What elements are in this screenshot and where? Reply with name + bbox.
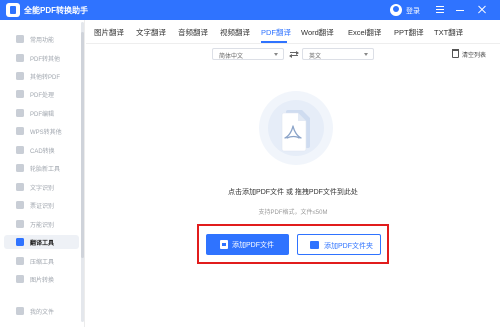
sidebar-item-pdf-process[interactable]: PDF处理 xyxy=(4,87,79,101)
sidebar-item-my-files[interactable]: 我的文件 xyxy=(4,304,79,318)
sidebar-item-other-to-pdf[interactable]: 其他转PDF xyxy=(4,69,79,83)
add-pdf-file-button[interactable]: 添加PDF文件 xyxy=(206,234,289,255)
sidebar-item-new-tools[interactable]: 轮胎新工具 xyxy=(4,161,79,175)
tab-pdf-translate[interactable]: PDF翻译 xyxy=(261,27,291,38)
scrollbar-thumb[interactable] xyxy=(81,32,84,258)
translate-icon xyxy=(16,238,24,246)
ticket-icon xyxy=(16,201,24,209)
upload-headline: 点击添加PDF文件 或 拖拽PDF文件到此处 xyxy=(228,189,358,196)
login-link[interactable]: 登录 xyxy=(406,6,420,16)
sidebar-item-pdf-edit[interactable]: PDF编辑 xyxy=(4,106,79,120)
sidebar-item-ticket[interactable]: 票证识别 xyxy=(4,198,79,212)
cad-icon xyxy=(16,146,24,154)
image-icon xyxy=(16,275,24,283)
sidebar-item-label: PDF转其他 xyxy=(30,57,61,63)
sidebar-scrollbar[interactable] xyxy=(81,22,84,322)
tool-icon xyxy=(16,164,24,172)
tab-ppt-translate[interactable]: PPT翻译 xyxy=(394,27,424,38)
sidebar-item-cad[interactable]: CAD转换 xyxy=(4,143,79,157)
close-icon[interactable] xyxy=(474,2,490,18)
user-avatar-icon[interactable] xyxy=(390,4,402,16)
tab-audio-translate[interactable]: 音频翻译 xyxy=(178,27,208,38)
source-language-select[interactable]: 简体中文 xyxy=(212,48,284,60)
sidebar-item-label: PDF编辑 xyxy=(30,112,55,118)
scan-icon xyxy=(16,220,24,228)
add-pdf-folder-label: 添加PDF文件夹 xyxy=(324,243,373,250)
sidebar-item-label: 轮胎新工具 xyxy=(30,167,61,173)
upload-hint: 支持PDF格式，文件≤50M xyxy=(258,210,328,216)
sidebar-item-label: 文字识别 xyxy=(30,186,55,192)
tab-text-translate[interactable]: 文字翻译 xyxy=(136,27,166,38)
upload-drop-zone[interactable]: 点击添加PDF文件 或 拖拽PDF文件到此处 支持PDF格式，文件≤50M xyxy=(86,62,500,327)
folder-add-icon xyxy=(310,241,319,249)
pdf-edit-icon xyxy=(16,109,24,117)
sidebar-item-label: CAD转换 xyxy=(30,149,55,155)
pdf-file-illustration-icon xyxy=(259,91,333,165)
sidebar-item-universal-scan[interactable]: 万能识别 xyxy=(4,217,79,231)
minimize-icon[interactable] xyxy=(452,2,468,18)
sidebar-item-image[interactable]: 图片转换 xyxy=(4,272,79,286)
tab-image-translate[interactable]: 图片翻译 xyxy=(94,27,124,38)
folder-icon xyxy=(16,307,24,315)
sidebar-item-label: WPS转其他 xyxy=(30,130,62,136)
chevron-down-icon xyxy=(274,53,278,56)
tab-txt-translate[interactable]: TXT翻译 xyxy=(434,27,463,38)
source-language-value: 简体中文 xyxy=(219,54,244,60)
sidebar-item-label: 票证识别 xyxy=(30,204,55,210)
sidebar-item-label: 万能识别 xyxy=(30,223,55,229)
sidebar-item-label: PDF处理 xyxy=(30,93,55,99)
app-logo-icon xyxy=(6,3,20,17)
sidebar-item-label: 图片转换 xyxy=(30,278,55,284)
star-icon xyxy=(16,35,24,43)
app-title: 全能PDF转换助手 xyxy=(24,6,88,15)
title-bar: 全能PDF转换助手 登录 xyxy=(0,0,500,20)
pdf-process-icon xyxy=(16,90,24,98)
sidebar-item-label: 我的文件 xyxy=(30,310,55,316)
ocr-icon xyxy=(16,183,24,191)
menu-icon[interactable] xyxy=(432,2,448,18)
clear-list-label: 清空列表 xyxy=(462,53,487,59)
tab-word-translate[interactable]: Word翻译 xyxy=(301,27,334,38)
tab-bar: 图片翻译 文字翻译 音频翻译 视频翻译 PDF翻译 Word翻译 Excel翻译… xyxy=(86,20,500,44)
sidebar: 常用功能 PDF转其他 其他转PDF PDF处理 PDF编辑 WPS转其他 CA… xyxy=(0,20,85,327)
trash-icon xyxy=(452,49,459,58)
target-language-value: 英文 xyxy=(309,54,322,60)
add-pdf-folder-button[interactable]: 添加PDF文件夹 xyxy=(297,234,381,255)
wps-icon xyxy=(16,127,24,135)
pdf-export-icon xyxy=(16,54,24,62)
swap-languages-icon[interactable] xyxy=(289,50,299,58)
file-add-icon xyxy=(220,240,228,249)
sidebar-item-label: 翻译工具 xyxy=(30,241,55,247)
sidebar-item-label: 其他转PDF xyxy=(30,75,61,81)
tab-excel-translate[interactable]: Excel翻译 xyxy=(348,27,381,38)
sidebar-item-translate[interactable]: 翻译工具 xyxy=(4,235,79,249)
active-tab-indicator xyxy=(261,41,287,43)
sidebar-item-compress[interactable]: 压缩工具 xyxy=(4,254,79,268)
add-pdf-file-label: 添加PDF文件 xyxy=(232,242,274,249)
sidebar-item-wps[interactable]: WPS转其他 xyxy=(4,124,79,138)
sidebar-item-ocr[interactable]: 文字识别 xyxy=(4,180,79,194)
target-language-select[interactable]: 英文 xyxy=(302,48,374,60)
sidebar-item-label: 常用功能 xyxy=(30,38,55,44)
sidebar-item-pdf-to-other[interactable]: PDF转其他 xyxy=(4,51,79,65)
tab-video-translate[interactable]: 视频翻译 xyxy=(220,27,250,38)
chevron-down-icon xyxy=(364,53,368,56)
pdf-import-icon xyxy=(16,72,24,80)
sidebar-item-common[interactable]: 常用功能 xyxy=(4,32,79,46)
sidebar-item-label: 压缩工具 xyxy=(30,260,55,266)
compress-icon xyxy=(16,257,24,265)
